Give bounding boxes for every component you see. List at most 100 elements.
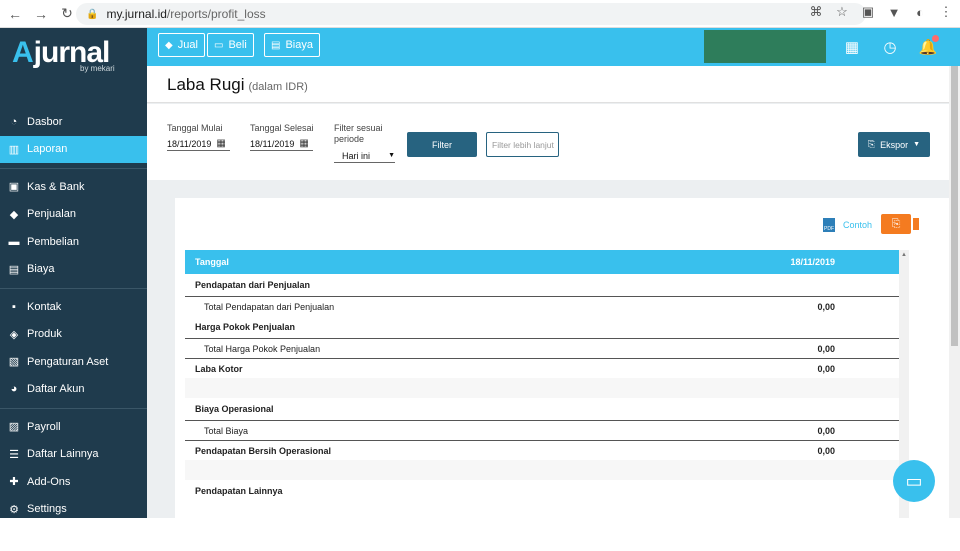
- filter-button[interactable]: Filter: [407, 132, 477, 157]
- puzzle-icon: ✚: [9, 476, 19, 489]
- row-label: Total Biaya: [204, 425, 249, 436]
- table-row[interactable]: Pendapatan Bersih Operasional 0,00: [185, 440, 899, 460]
- page-header: Laba Rugi (dalam IDR): [147, 66, 949, 103]
- row-amount[interactable]: 0,00: [785, 344, 835, 354]
- contoh-link[interactable]: PDF Contoh: [823, 218, 872, 232]
- orange-action-button[interactable]: ⎘: [881, 214, 911, 234]
- start-date-label: Tanggal Mulai: [167, 123, 223, 133]
- card-icon: ▭: [214, 39, 224, 51]
- calendar-icon[interactable]: ▦: [216, 138, 225, 149]
- sidebar-item-laporan[interactable]: ▥ Laporan: [0, 135, 147, 163]
- sidebar-item-add-ons[interactable]: ✚ Add-Ons: [0, 468, 147, 496]
- bell-icon[interactable]: 🔔: [919, 35, 939, 56]
- tag-icon: ◆: [9, 208, 19, 221]
- sidebar-item-label: Penjualan: [27, 208, 76, 221]
- sidebar-item-pembelian[interactable]: ▬ Pembelian: [0, 228, 147, 256]
- sidebar-item-keluar[interactable]: ⇥ Keluar: [0, 523, 147, 551]
- star-icon[interactable]: ☆: [834, 4, 850, 20]
- forward-icon[interactable]: →: [30, 3, 52, 25]
- sidebar-item-produk[interactable]: ◈ Produk: [0, 321, 147, 349]
- reload-icon[interactable]: ↻: [56, 3, 78, 25]
- extension-icon[interactable]: ▣: [860, 4, 876, 20]
- row-amount[interactable]: 0,00: [785, 426, 835, 436]
- contact-icon: ▪: [12, 300, 16, 313]
- table-row[interactable]: Total Biaya 0,00: [185, 420, 899, 440]
- sidebar-item-daftar-lainnya[interactable]: ☰ Daftar Lainnya: [0, 441, 147, 469]
- page-scroll-thumb[interactable]: [951, 66, 958, 346]
- export-label: Ekspor: [880, 139, 909, 150]
- page-title: Laba Rugi (dalam IDR): [167, 75, 308, 95]
- report-card: PDF Contoh ⎘ Tanggal 18/11/2019 Pendapat…: [175, 198, 949, 518]
- period-select[interactable]: Hari ini ▼: [334, 149, 395, 163]
- profile-icon[interactable]: ◐: [912, 4, 928, 20]
- end-date-field[interactable]: 18/11/2019 ▦: [250, 137, 313, 151]
- beli-button[interactable]: ▭ Beli: [207, 33, 254, 57]
- sidebar-item-kas-bank[interactable]: ▣ Kas & Bank: [0, 173, 147, 201]
- row-amount[interactable]: 0,00: [785, 302, 835, 312]
- period-label-1: Filter sesuai: [334, 123, 383, 133]
- lock-icon: 🔒: [86, 8, 99, 20]
- page-subtitle: (dalam IDR): [248, 81, 308, 93]
- sidebar-item-daftar-akun[interactable]: ◕ Daftar Akun: [0, 376, 147, 404]
- notification-dot: [932, 35, 939, 42]
- back-icon[interactable]: ←: [4, 3, 26, 25]
- scroll-up-icon[interactable]: ▲: [901, 252, 907, 258]
- page-title-text: Laba Rugi: [167, 75, 245, 94]
- receipt-icon: ▤: [8, 263, 20, 276]
- row-label: Biaya Operasional: [195, 404, 274, 414]
- sidebar-item-penjualan[interactable]: ◆ Penjualan: [0, 201, 147, 229]
- sidebar-menu: ◔ Dasbor ▥ Laporan ▣ Kas & Bank ◆ Penjualan ▬ Pem…: [0, 108, 147, 551]
- header-date-label: Tanggal: [195, 257, 229, 267]
- sidebar-item-label: Daftar Akun: [27, 383, 85, 396]
- translate-icon[interactable]: ⌘: [808, 4, 824, 20]
- sidebar-item-label: Laporan: [27, 143, 68, 156]
- clock-icon[interactable]: ◷: [881, 38, 899, 56]
- advanced-filter-input[interactable]: Filter lebih lanjut: [486, 132, 559, 157]
- sidebar-item-label: Produk: [27, 328, 62, 341]
- export-button[interactable]: ⎘ Ekspor ▼: [858, 132, 930, 157]
- pocket-icon[interactable]: ▼: [886, 4, 902, 20]
- sidebar-item-payroll[interactable]: ▨ Payroll: [0, 413, 147, 441]
- orange-action-edge[interactable]: [913, 218, 919, 230]
- sidebar-item-kontak[interactable]: ▪ Kontak: [0, 293, 147, 321]
- chat-button[interactable]: ▭: [893, 460, 935, 502]
- gear-icon: ⚙: [9, 503, 19, 516]
- row-amount[interactable]: 0,00: [785, 364, 835, 374]
- sidebar-item-settings[interactable]: ⚙ Settings: [0, 496, 147, 524]
- row-label: Total Pendapatan dari Penjualan: [204, 301, 335, 312]
- address-bar[interactable]: 🔒 my.jurnal.id/reports/profit_loss: [76, 3, 866, 25]
- row-amount[interactable]: 0,00: [785, 446, 835, 456]
- logo-mark-icon: A: [12, 36, 34, 69]
- sidebar-item-label: Pengaturan Aset: [27, 355, 109, 368]
- menu-dots-icon[interactable]: ⋮: [938, 4, 954, 20]
- box-icon: ◈: [9, 328, 19, 341]
- table-row[interactable]: Laba Kotor 0,00: [185, 358, 899, 378]
- sidebar-item-pengaturan-aset[interactable]: ▧ Pengaturan Aset: [0, 348, 147, 376]
- dashboard-icon: ◔: [10, 115, 18, 128]
- table-row[interactable]: Total Harga Pokok Penjualan 0,00: [185, 338, 899, 358]
- payroll-icon: ▨: [8, 421, 20, 434]
- jual-label: Jual: [177, 39, 198, 51]
- spacer-row: [185, 378, 899, 398]
- top-header: ◆ Jual ▭ Beli ▤ Biaya ▦ ◷ 🔔: [147, 28, 960, 66]
- chevron-down-icon: ▼: [913, 141, 921, 148]
- period-value: Hari ini: [342, 150, 371, 161]
- jual-button[interactable]: ◆ Jual: [158, 33, 205, 57]
- company-banner[interactable]: [704, 30, 826, 63]
- sidebar-item-label: Kas & Bank: [27, 180, 85, 193]
- pie-icon: ◕: [10, 383, 18, 396]
- logo[interactable]: A jurnal by mekari: [0, 28, 147, 108]
- bank-icon: ▣: [8, 181, 20, 194]
- pdf-icon: PDF: [823, 218, 835, 232]
- sidebar-item-dasbor[interactable]: ◔ Dasbor: [0, 108, 147, 136]
- sidebar-item-label: Keluar: [27, 530, 59, 543]
- biaya-button[interactable]: ▤ Biaya: [264, 33, 320, 57]
- table-row: Biaya Operasional: [185, 398, 899, 420]
- end-date-value: 18/11/2019: [250, 138, 295, 149]
- calendar-icon[interactable]: ▦: [299, 138, 308, 149]
- monitor-icon[interactable]: ▦: [843, 38, 861, 56]
- sidebar-item-biaya[interactable]: ▤ Biaya: [0, 256, 147, 284]
- table-row[interactable]: Total Pendapatan dari Penjualan 0,00: [185, 296, 899, 316]
- page-scrollbar[interactable]: [949, 66, 960, 518]
- start-date-field[interactable]: 18/11/2019 ▦: [167, 137, 230, 151]
